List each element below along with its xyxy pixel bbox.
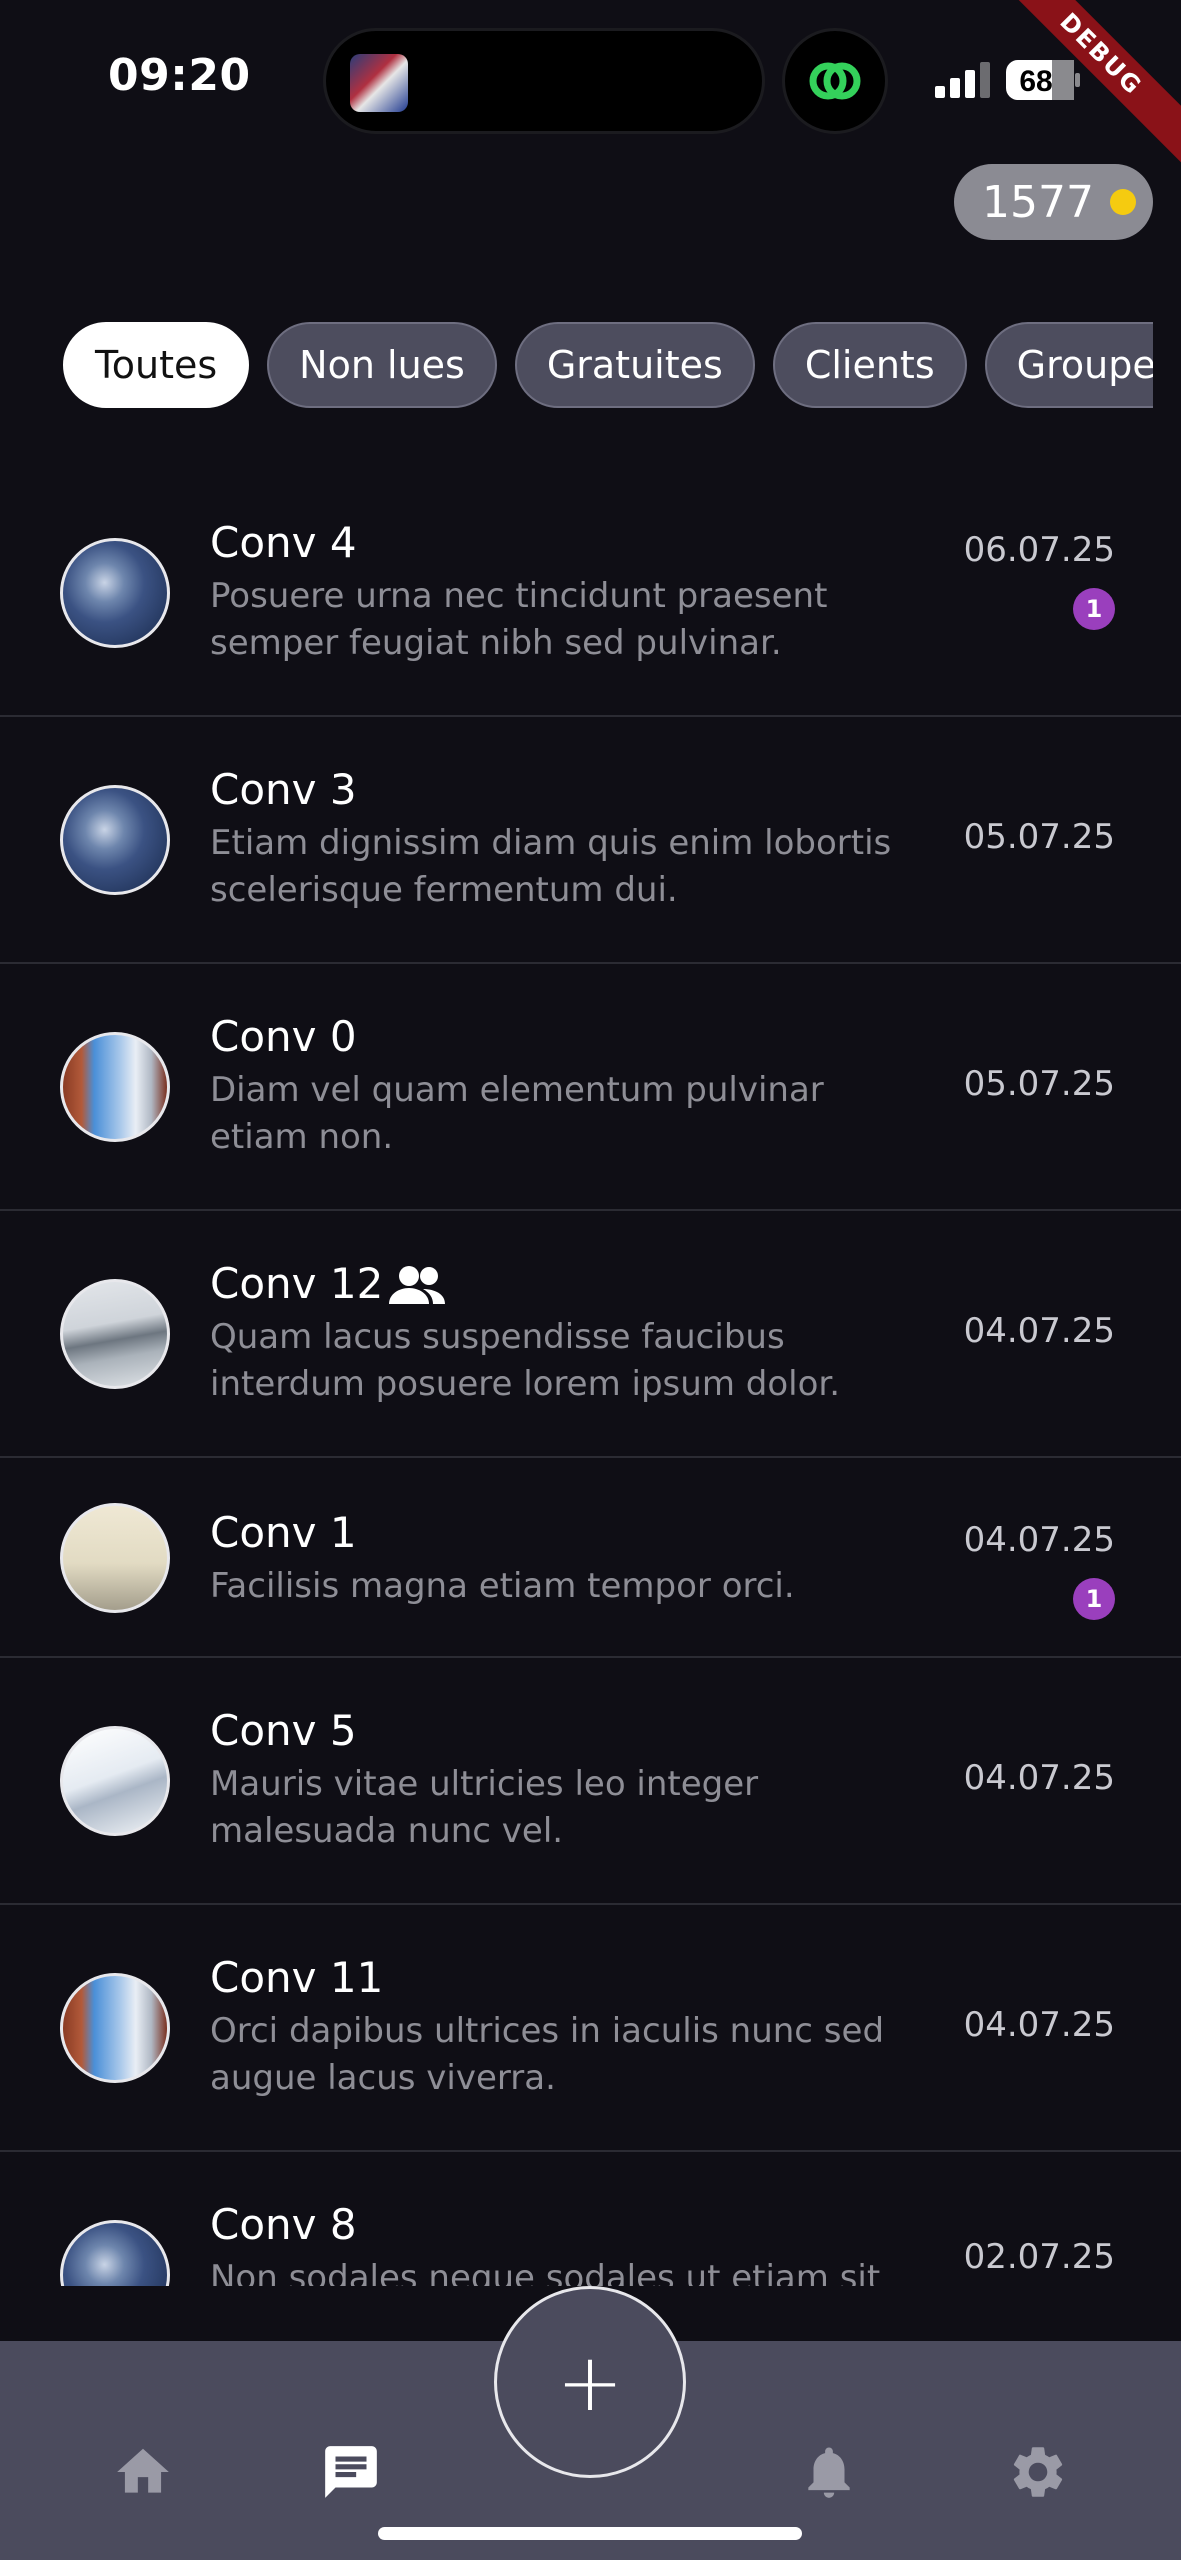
conversation-name: Conv 12 bbox=[210, 1259, 446, 1308]
conversation-row[interactable]: Conv 3 Etiam dignissim diam quis enim lob… bbox=[0, 717, 1181, 964]
filter-chip-gratuites[interactable]: Gratuites bbox=[514, 322, 755, 408]
conversation-row[interactable]: Conv 11 Orci dapibus ultrices in iaculis … bbox=[0, 1905, 1181, 2152]
conversation-date: 06.07.25 bbox=[963, 530, 1115, 570]
svg-text:68: 68 bbox=[1019, 65, 1052, 98]
avatar[interactable] bbox=[60, 1503, 170, 1613]
coin-count: 1577 bbox=[982, 176, 1094, 228]
conversation-date: 04.07.25 bbox=[963, 1311, 1115, 1351]
conversation-preview: Quam lacus suspendisse faucibus interdum… bbox=[210, 1317, 841, 1404]
status-time: 09:20 bbox=[108, 50, 251, 101]
conversation-preview: Posuere urna nec tincidunt praesent semp… bbox=[210, 576, 828, 663]
conversation-name-text: Conv 4 bbox=[210, 518, 357, 567]
conversation-row[interactable]: Conv 1 Facilisis magna etiam tempor orci.… bbox=[0, 1458, 1181, 1658]
avatar[interactable] bbox=[60, 2220, 170, 2286]
conversation-list[interactable]: Conv 4 Posuere urna nec tincidunt praesen… bbox=[0, 470, 1181, 2286]
now-playing-thumbnail[interactable] bbox=[350, 54, 408, 112]
conversation-date: 05.07.25 bbox=[963, 1064, 1115, 1104]
conversation-name-text: Conv 3 bbox=[210, 765, 357, 814]
avatar[interactable] bbox=[60, 1279, 170, 1389]
conversation-name-text: Conv 8 bbox=[210, 2200, 357, 2249]
conversation-date: 05.07.25 bbox=[963, 817, 1115, 857]
avatar[interactable] bbox=[60, 1973, 170, 2083]
conversation-row[interactable]: Conv 12 Quam lacus suspendisse faucibus i… bbox=[0, 1211, 1181, 1458]
conversation-date: 02.07.25 bbox=[963, 2237, 1115, 2277]
group-icon bbox=[389, 1265, 446, 1304]
gear-icon[interactable] bbox=[1007, 2441, 1069, 2503]
conversation-preview: Etiam dignissim diam quis enim lobortis … bbox=[210, 823, 892, 910]
conversation-name: Conv 8 bbox=[210, 2200, 357, 2249]
coin-icon bbox=[1109, 189, 1136, 215]
conversation-name: Conv 5 bbox=[210, 1706, 357, 1755]
island-activity bbox=[782, 28, 888, 134]
filter-chip-clients[interactable]: Clients bbox=[772, 322, 967, 408]
unread-badge: 1 bbox=[1073, 1578, 1115, 1620]
home-icon[interactable] bbox=[112, 2441, 174, 2503]
conversation-preview: Facilisis magna etiam tempor orci. bbox=[210, 1566, 795, 1606]
filter-chip-non-lues[interactable]: Non lues bbox=[267, 322, 497, 408]
conversation-preview: Orci dapibus ultrices in iaculis nunc se… bbox=[210, 2011, 885, 2098]
link-icon bbox=[809, 62, 861, 100]
conversation-preview: Diam vel quam elementum pulvinar etiam n… bbox=[210, 1070, 824, 1157]
chat-icon[interactable] bbox=[320, 2441, 382, 2503]
conversation-name-text: Conv 1 bbox=[210, 1508, 357, 1557]
filter-bar: ToutesNon luesGratuitesClientsGroupes bbox=[63, 322, 1153, 408]
avatar[interactable] bbox=[60, 1726, 170, 1836]
filter-chip-groupes[interactable]: Groupes bbox=[984, 322, 1153, 408]
conversation-name: Conv 1 bbox=[210, 1508, 357, 1557]
conversation-row[interactable]: Conv 4 Posuere urna nec tincidunt praesen… bbox=[0, 470, 1181, 717]
conversation-row[interactable]: Conv 5 Mauris vitae ultricies leo integer… bbox=[0, 1658, 1181, 1905]
conversation-preview: Mauris vitae ultricies leo integer males… bbox=[210, 1764, 759, 1851]
coin-balance[interactable]: 1577 bbox=[954, 164, 1153, 240]
avatar[interactable] bbox=[60, 1032, 170, 1142]
conversation-row[interactable]: Conv 8 Non sodales neque sodales ut etiam… bbox=[0, 2152, 1181, 2286]
conversation-name: Conv 0 bbox=[210, 1012, 357, 1061]
conversation-row[interactable]: Conv 0 Diam vel quam elementum pulvinar e… bbox=[0, 964, 1181, 1211]
dynamic-island bbox=[323, 28, 765, 134]
conversation-date: 04.07.25 bbox=[963, 1520, 1115, 1560]
conversation-name-text: Conv 0 bbox=[210, 1012, 357, 1061]
conversation-date: 04.07.25 bbox=[963, 1758, 1115, 1798]
unread-badge: 1 bbox=[1073, 588, 1115, 630]
conversation-preview: Non sodales neque sodales ut etiam sit bbox=[210, 2258, 881, 2286]
avatar[interactable] bbox=[60, 785, 170, 895]
conversation-name-text: Conv 11 bbox=[210, 1953, 384, 2002]
conversation-date: 04.07.25 bbox=[963, 2005, 1115, 2045]
bell-icon[interactable] bbox=[798, 2441, 860, 2503]
avatar[interactable] bbox=[60, 538, 170, 648]
conversation-name: Conv 4 bbox=[210, 518, 357, 567]
new-conversation-button[interactable]: + bbox=[494, 2286, 686, 2478]
filter-chip-toutes[interactable]: Toutes bbox=[63, 322, 250, 408]
home-indicator bbox=[378, 2527, 802, 2540]
conversation-name: Conv 3 bbox=[210, 765, 357, 814]
conversation-name-text: Conv 12 bbox=[210, 1259, 384, 1308]
battery-icon: 68 bbox=[1006, 60, 1080, 100]
conversation-name: Conv 11 bbox=[210, 1953, 383, 2002]
signal-icon bbox=[935, 62, 990, 98]
conversation-name-text: Conv 5 bbox=[210, 1706, 357, 1755]
